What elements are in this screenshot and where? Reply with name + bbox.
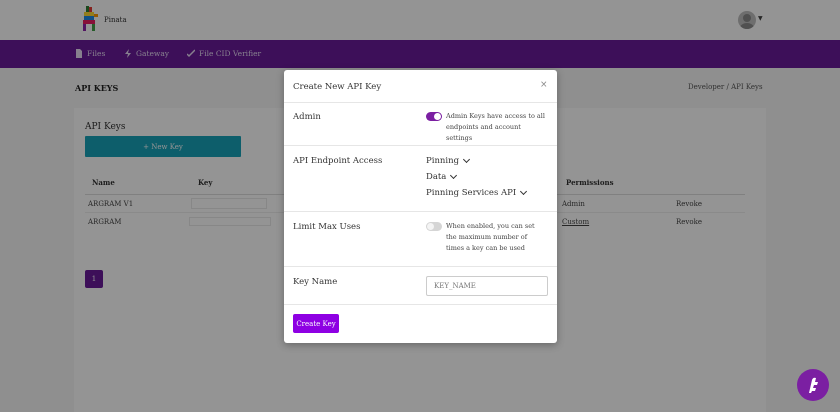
admin-toggle[interactable] bbox=[426, 112, 442, 121]
pinning-services-api-dropdown[interactable]: Pinning Services API bbox=[426, 187, 528, 198]
create-key-button[interactable]: Create Key bbox=[293, 314, 339, 333]
data-dropdown[interactable]: Data bbox=[426, 171, 458, 182]
endpoint-access-label: API Endpoint Access bbox=[293, 156, 383, 166]
modal-title: Create New API Key bbox=[293, 82, 382, 92]
dropdown-label: Pinning bbox=[426, 156, 460, 166]
dropdown-label: Data bbox=[426, 172, 447, 182]
divider bbox=[284, 102, 557, 103]
chevron-down-icon bbox=[450, 171, 458, 180]
divider bbox=[284, 304, 557, 305]
chat-widget-button[interactable] bbox=[797, 369, 829, 401]
key-name-label: Key Name bbox=[293, 277, 338, 287]
admin-label: Admin bbox=[293, 112, 321, 122]
chevron-down-icon bbox=[462, 155, 471, 164]
limit-max-uses-label: Limit Max Uses bbox=[293, 222, 361, 232]
chat-logo-icon bbox=[809, 377, 818, 393]
divider bbox=[284, 145, 557, 146]
key-name-input[interactable] bbox=[426, 276, 548, 296]
limit-max-uses-toggle[interactable] bbox=[426, 222, 442, 231]
admin-description: Admin Keys have access to all endpoints … bbox=[446, 112, 545, 142]
chevron-down-icon bbox=[520, 187, 528, 196]
close-icon[interactable]: × bbox=[540, 80, 548, 90]
divider bbox=[284, 211, 557, 212]
limit-description: When enabled, you can set the maximum nu… bbox=[446, 222, 535, 252]
toggle-knob bbox=[427, 223, 434, 230]
toggle-knob bbox=[434, 113, 441, 120]
divider bbox=[284, 266, 557, 267]
create-api-key-modal: Create New API Key × Admin Admin Keys ha… bbox=[284, 70, 557, 343]
dropdown-label: Pinning Services API bbox=[426, 188, 517, 198]
pinning-dropdown[interactable]: Pinning bbox=[426, 155, 471, 166]
